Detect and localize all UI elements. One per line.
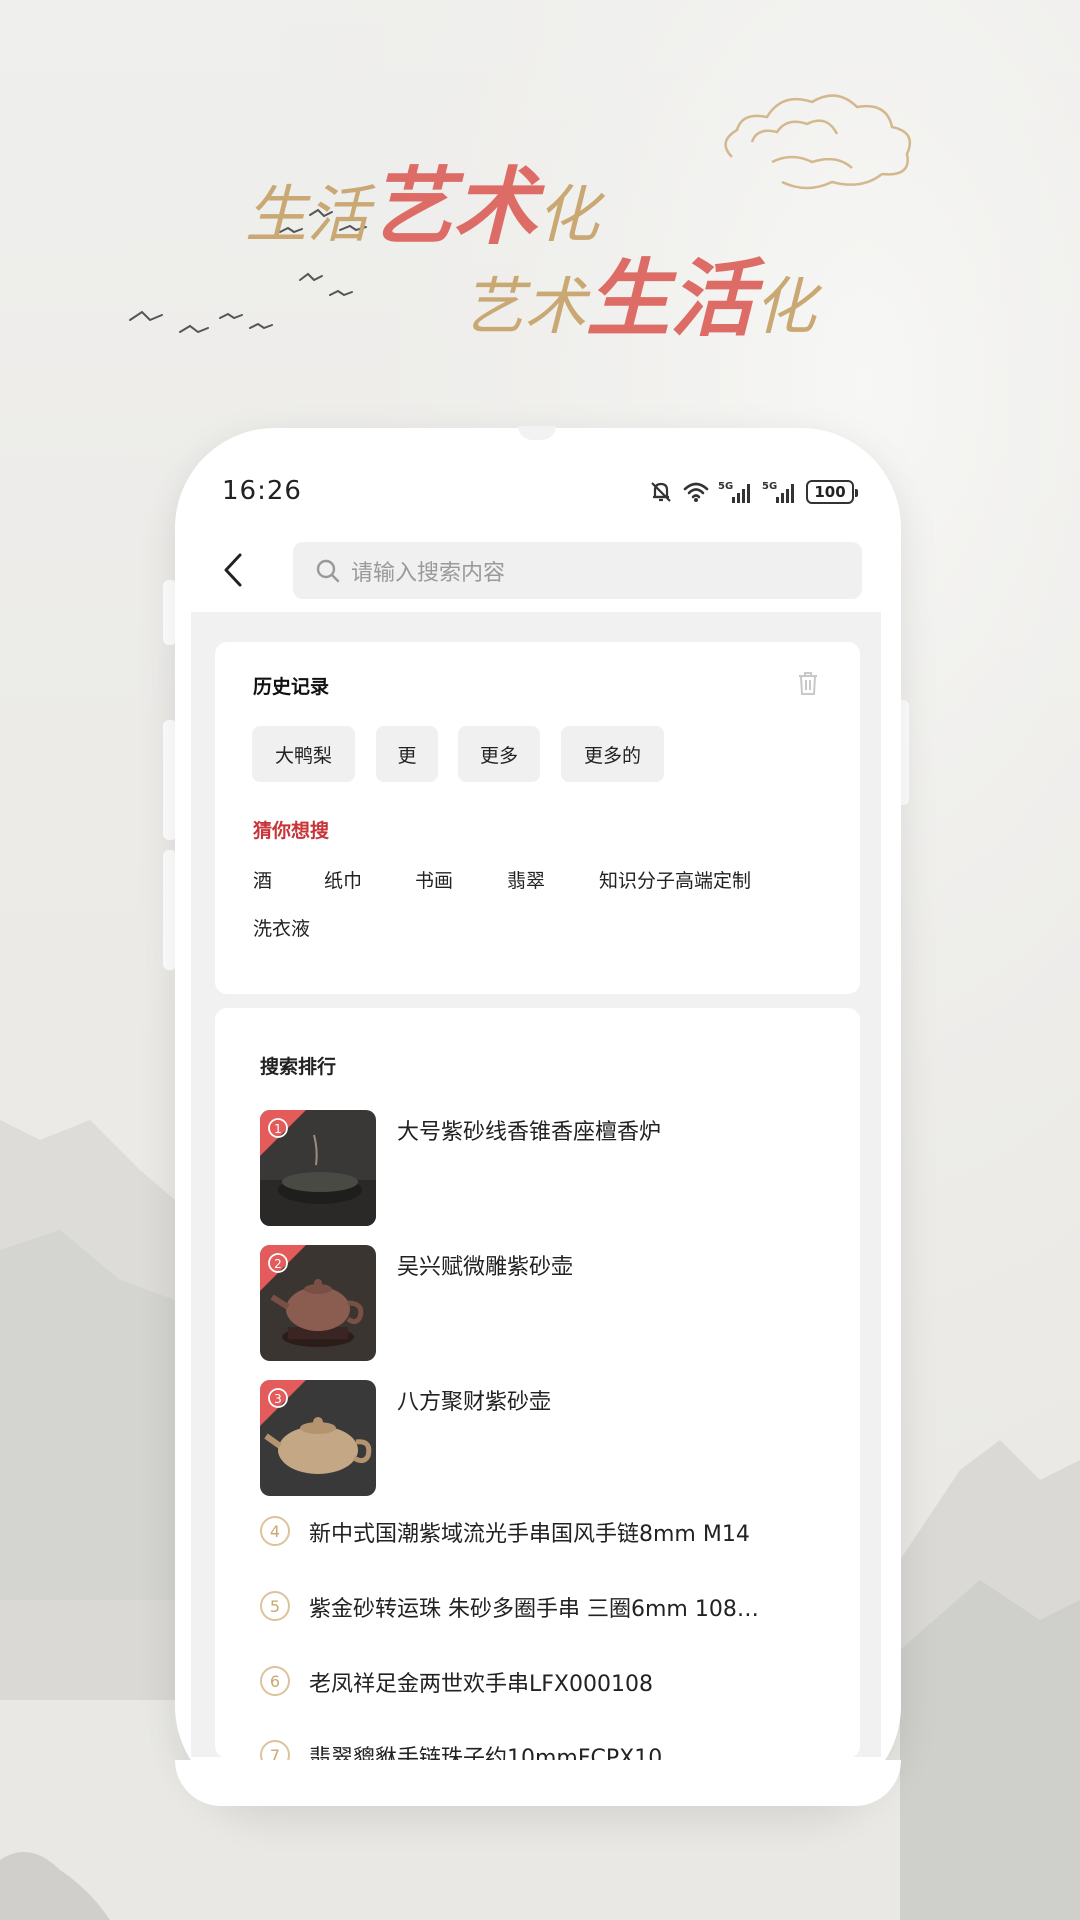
search-placeholder: 请输入搜索内容	[351, 560, 506, 586]
back-button[interactable]	[218, 550, 248, 590]
ranking-item-name[interactable]: 八方聚财紫砂壶	[397, 1384, 551, 1416]
search-input[interactable]: 请输入搜索内容	[293, 542, 862, 599]
guess-item[interactable]: 纸巾	[324, 866, 362, 893]
rank-number: 4	[260, 1516, 290, 1546]
status-time: 16:26	[222, 476, 302, 506]
status-icons: 5G 5G 100	[648, 478, 858, 506]
signal-5g-icon: 5G	[718, 479, 754, 505]
guess-item[interactable]: 知识分子高端定制	[599, 866, 751, 893]
rank-badge: 2	[274, 1257, 282, 1271]
history-chip[interactable]: 大鸭梨	[252, 726, 355, 782]
ranking-item-name[interactable]: 大号紫砂线香锥香座檀香炉	[397, 1114, 661, 1146]
ranking-thumbnail[interactable]: 3	[260, 1380, 376, 1496]
signal-label: 5G	[762, 481, 777, 492]
ranking-thumbnail[interactable]: 1	[260, 1110, 376, 1226]
rank-badge: 1	[274, 1122, 282, 1136]
guess-item[interactable]: 洗衣液	[253, 914, 310, 941]
history-chip[interactable]: 更多的	[561, 726, 664, 782]
ranking-item-name[interactable]: 紫金砂转运珠 朱砂多圈手串 三圈6mm 108…	[309, 1591, 759, 1623]
rank-number: 5	[260, 1591, 290, 1621]
phone-bottom-bezel	[175, 1760, 901, 1806]
battery-indicator: 100	[806, 480, 858, 504]
search-icon	[316, 559, 340, 582]
mute-bell-icon	[648, 479, 674, 505]
guess-item[interactable]: 书画	[415, 866, 453, 893]
guess-item[interactable]: 酒	[253, 866, 272, 893]
guess-item[interactable]: 翡翠	[507, 866, 545, 893]
guess-title: 猜你想搜	[253, 820, 330, 842]
rank-badge: 3	[274, 1392, 282, 1406]
slogan-word: 化	[754, 270, 817, 343]
teapot-image: 3	[260, 1380, 376, 1496]
history-title: 历史记录	[253, 676, 330, 698]
ranking-item-name[interactable]: 新中式国潮紫域流光手串国风手链8mm M14	[309, 1516, 750, 1548]
history-chip[interactable]: 更	[376, 726, 438, 782]
incense-burner-image: 1	[260, 1110, 376, 1226]
cloud-decoration-icon	[724, 94, 912, 190]
slogan-word: 生活	[245, 178, 370, 251]
slogan-highlight: 生活	[586, 249, 755, 348]
history-chip[interactable]: 更多	[458, 726, 540, 782]
wifi-icon	[682, 480, 710, 504]
chevron-left-icon	[224, 553, 242, 587]
trash-icon[interactable]	[796, 670, 820, 696]
slogan-word: 艺术	[462, 270, 587, 343]
teapot-image: 2	[260, 1245, 376, 1361]
ranking-title: 搜索排行	[260, 1056, 337, 1078]
ranking-thumbnail[interactable]: 2	[260, 1245, 376, 1361]
signal-5g-icon: 5G	[762, 479, 798, 505]
ranking-item-name[interactable]: 老凤祥足金两世欢手串LFX000108	[309, 1666, 653, 1698]
ranking-item-name[interactable]: 吴兴赋微雕紫砂壶	[397, 1249, 573, 1281]
slogan-line-2: 艺术生活化	[462, 232, 816, 353]
signal-label: 5G	[718, 481, 733, 492]
rank-number: 6	[260, 1666, 290, 1696]
